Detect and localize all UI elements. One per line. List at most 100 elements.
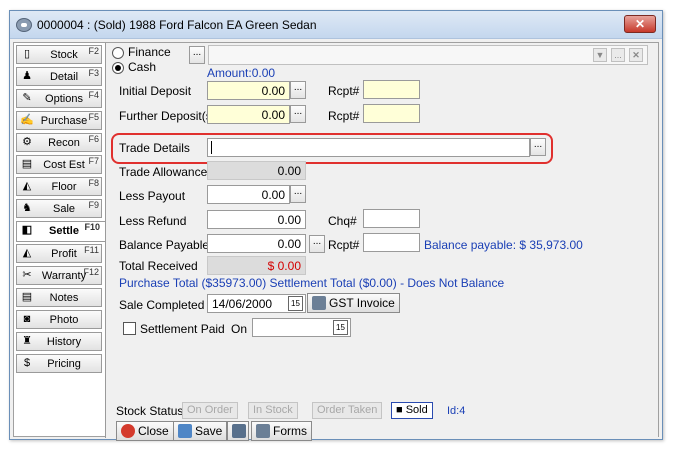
print-button[interactable] (227, 421, 249, 441)
tab-fkey: F11 (84, 245, 99, 255)
close-button[interactable]: Close (116, 421, 174, 441)
stock-id-label: Id:4 (447, 405, 466, 417)
initial-deposit-rcpt-input[interactable] (363, 80, 420, 99)
trade-allowance-label: Trade Allowance (119, 165, 208, 179)
tab-label: Cost Est (43, 159, 85, 171)
less-refund-label: Less Refund (119, 214, 187, 228)
notes-icon: ▤ (21, 291, 33, 303)
tab-label: History (46, 336, 82, 348)
purchase-icon: ✍ (20, 114, 34, 126)
tab-label: Sale (52, 203, 76, 215)
tab-detail[interactable]: ♟ Detail F3 (16, 67, 102, 86)
floor-icon: ◭ (22, 180, 32, 192)
less-payout-input[interactable]: 0.00 (207, 185, 290, 204)
tab-label: Options (45, 93, 83, 105)
tab-fkey: F10 (84, 222, 100, 232)
calendar-icon[interactable]: 15 (288, 296, 303, 311)
initial-deposit-input[interactable]: 0.00 (207, 81, 290, 100)
tab-history[interactable]: ♜ History (16, 332, 102, 351)
tab-fkey: F5 (88, 112, 99, 122)
tab-label: Settle (49, 225, 79, 237)
settle-panel: Finance Cash ... ▼ ... ✕ Amount:0.00 Ini… (105, 43, 658, 441)
save-icon (178, 424, 192, 438)
chevron-down-icon[interactable]: ▼ (593, 48, 607, 62)
gst-invoice-button[interactable]: GST Invoice (307, 293, 400, 313)
tab-warranty[interactable]: ✂ Warranty F12 (16, 266, 102, 285)
tab-floor[interactable]: ◭ Floor F8 (16, 177, 102, 196)
cost-icon: ▤ (21, 158, 33, 170)
title-bar: 0000004 : (Sold) 1988 Ford Falcon EA Gre… (10, 11, 662, 39)
initial-deposit-label: Initial Deposit (119, 84, 192, 98)
save-button[interactable]: Save (173, 421, 228, 441)
history-icon: ♜ (22, 335, 32, 347)
chq-label: Chq# (328, 214, 357, 228)
person-icon: ♟ (22, 70, 32, 82)
trade-allowance-value: 0.00 (207, 161, 306, 180)
close-label: Close (138, 424, 169, 438)
less-refund-input[interactable]: 0.00 (207, 210, 306, 229)
tab-recon[interactable]: ⚙ Recon F6 (16, 133, 102, 152)
status-on-order[interactable]: On Order (182, 402, 238, 419)
tab-fkey: F3 (88, 68, 99, 78)
status-in-stock[interactable]: In Stock (248, 402, 298, 419)
tab-stock[interactable]: ▯ Stock F2 (16, 45, 102, 64)
tab-photo[interactable]: ◙ Photo (16, 310, 102, 329)
finance-label: Finance (128, 45, 171, 59)
cash-label: Cash (128, 60, 157, 74)
rcpt-label: Rcpt# (328, 238, 360, 252)
tab-label: Photo (49, 314, 79, 326)
balance-payable-input[interactable]: 0.00 (207, 234, 306, 253)
options-icon: ✎ (22, 92, 32, 104)
finance-radio[interactable] (112, 47, 124, 59)
tab-pricing[interactable]: $ Pricing (16, 354, 102, 373)
client-area: ▯ Stock F2 ♟ Detail F3 ✎ Options F4 ✍ Purchase F… (13, 42, 659, 441)
tab-fkey: F7 (88, 156, 99, 166)
tab-options[interactable]: ✎ Options F4 (16, 89, 102, 108)
settlement-paid-checkbox[interactable] (123, 322, 136, 335)
focus-highlight (111, 133, 553, 164)
status-order-taken[interactable]: Order Taken (312, 402, 383, 419)
tab-fkey: F6 (88, 134, 99, 144)
rcpt-label: Rcpt# (328, 109, 360, 123)
further-deposits-input[interactable]: 0.00 (207, 105, 290, 124)
clear-icon[interactable]: ✕ (629, 48, 643, 62)
forms-button[interactable]: Forms (251, 421, 312, 441)
calendar-icon[interactable]: 15 (333, 320, 348, 335)
balance-payable-label: Balance Payable (119, 238, 210, 252)
balance-payable-button[interactable]: ... (309, 235, 325, 253)
status-sold-marker: ■ (396, 404, 406, 416)
stock-status-label: Stock Status (116, 404, 184, 418)
initial-deposit-button[interactable]: ... (290, 81, 306, 99)
recon-icon: ⚙ (22, 136, 32, 148)
amount-label: Amount:0.00 (207, 66, 276, 80)
forms-icon (256, 424, 270, 438)
tab-cost-est[interactable]: ▤ Cost Est F7 (16, 155, 102, 174)
further-deposits-button[interactable]: ... (290, 105, 306, 123)
balance-payable-info: Balance payable: $ 35,973.00 (424, 238, 583, 252)
finance-company-combo[interactable]: ▼ ... ✕ (208, 45, 648, 65)
sale-completed-label: Sale Completed (119, 298, 205, 312)
tab-settle[interactable]: ◧ Settle F10 (16, 221, 106, 242)
total-received-value: $ 0.00 (207, 256, 306, 275)
tab-label: Pricing (47, 358, 81, 370)
status-sold[interactable]: ■ Sold (391, 402, 433, 419)
finance-ellipsis-button[interactable]: ... (611, 48, 625, 62)
finance-lookup-button[interactable]: ... (189, 46, 205, 64)
further-deposits-label: Further Deposit(s) (119, 109, 216, 123)
balance-rcpt-input[interactable] (363, 233, 420, 252)
chq-input[interactable] (363, 209, 420, 228)
cash-radio[interactable] (112, 62, 124, 74)
window-close-button[interactable]: ✕ (624, 15, 656, 33)
pricing-icon: $ (23, 357, 31, 369)
tab-sale[interactable]: ♞ Sale F9 (16, 199, 102, 218)
settlement-on-label: On (231, 322, 248, 336)
settle-icon: ◧ (21, 224, 33, 236)
tab-fkey: F9 (88, 200, 99, 210)
tab-purchase[interactable]: ✍ Purchase F5 (16, 111, 102, 130)
less-payout-button[interactable]: ... (290, 185, 306, 203)
further-deposits-rcpt-input[interactable] (363, 104, 420, 123)
tab-profit[interactable]: ◭ Profit F11 (16, 244, 102, 263)
tab-label: Recon (48, 137, 80, 149)
tab-notes[interactable]: ▤ Notes (16, 288, 102, 307)
tab-fkey: F2 (88, 46, 99, 56)
